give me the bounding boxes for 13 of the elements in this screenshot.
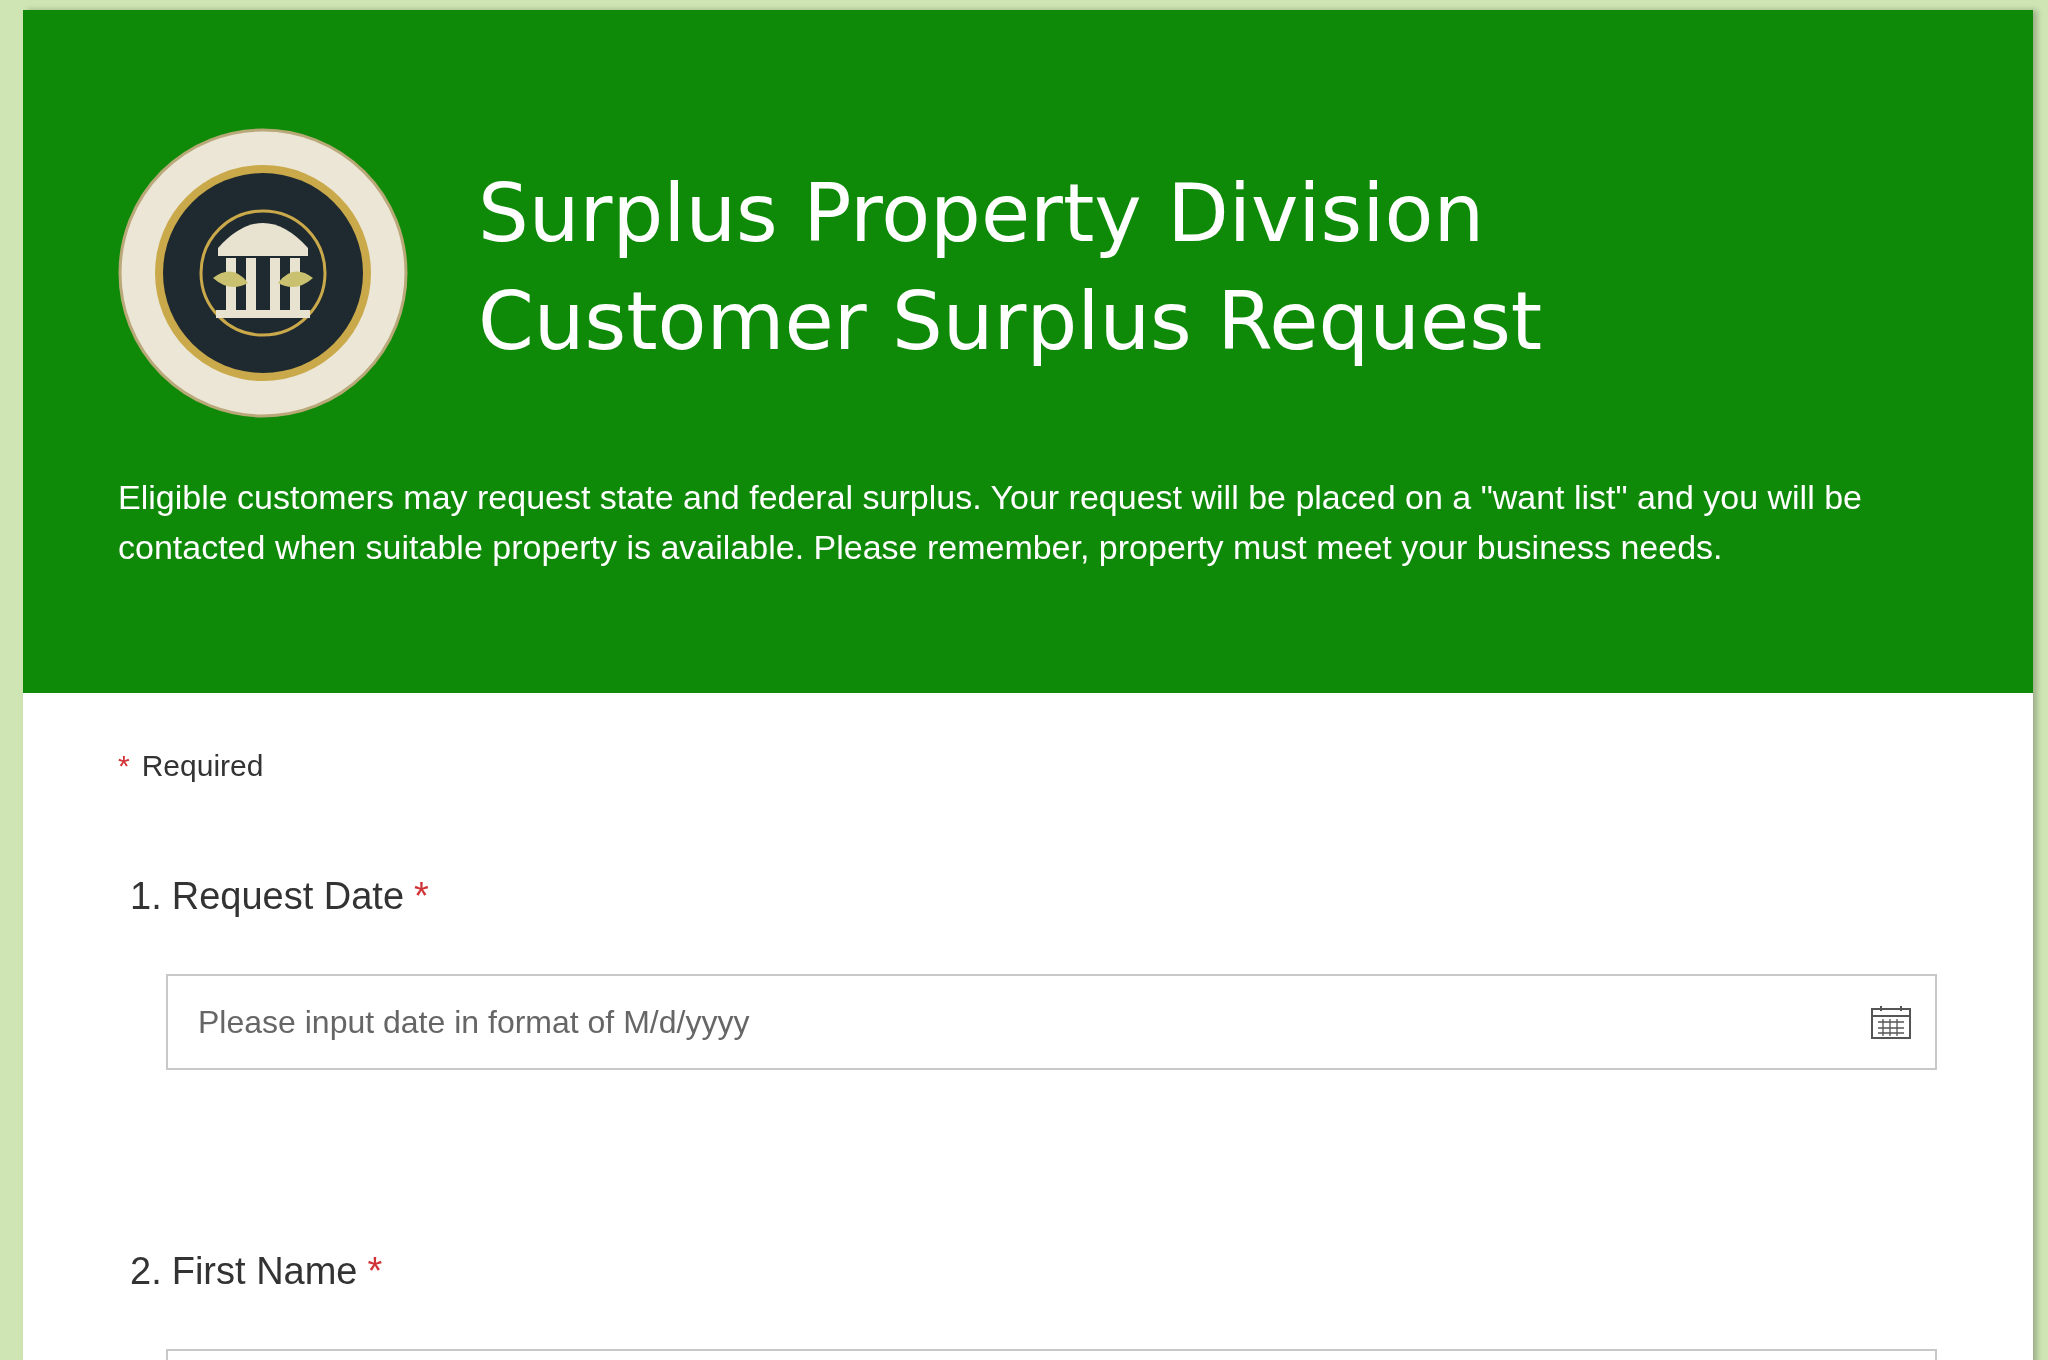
question-number: 1.	[130, 875, 162, 918]
calendar-icon[interactable]	[1871, 1005, 1911, 1039]
form-title: Surplus Property Division	[478, 168, 1486, 260]
form-description: Eligible customers may request state and federal surplus. Your request will be placed on a "want list" and you will be contacted when suitable property is available. Please remember, property must meet your business needs.	[118, 477, 1863, 568]
required-asterisk: *	[118, 749, 130, 783]
question-number: 2.	[130, 1250, 162, 1293]
required-label: Required	[141, 749, 264, 783]
required-asterisk: *	[367, 1250, 383, 1293]
date-field[interactable]: Please input date in format of M/d/yyyy	[166, 974, 1937, 1070]
question-label: Request Date	[171, 875, 405, 918]
form-title: Customer Surplus Request	[478, 276, 1543, 368]
required-asterisk: *	[414, 875, 429, 918]
question-label: First Name	[171, 1250, 358, 1293]
